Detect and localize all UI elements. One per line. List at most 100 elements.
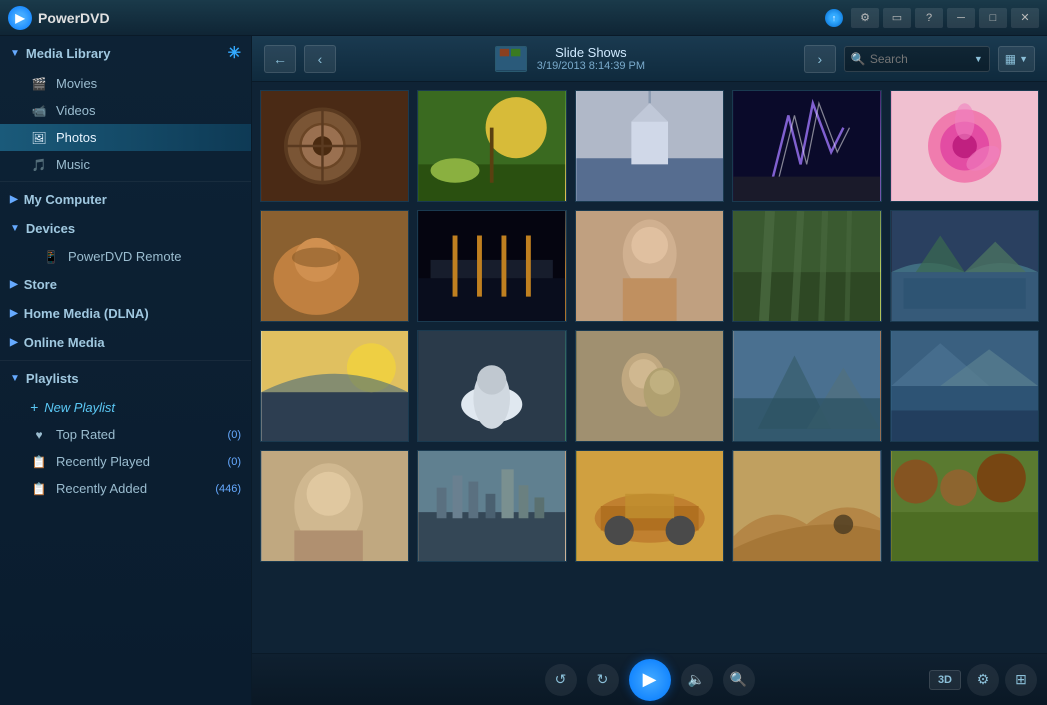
photo-cell[interactable]: [575, 330, 724, 442]
slideshow-info: Slide Shows 3/19/2013 8:14:39 PM: [344, 45, 796, 72]
photo-cell[interactable]: [417, 450, 566, 562]
sidebar-item-recently-added[interactable]: 📋 Recently Added (446): [0, 475, 251, 502]
photo-cell[interactable]: [732, 90, 881, 202]
heart-icon: ♥: [30, 428, 48, 442]
recently-added-icon: 📋: [30, 482, 48, 496]
expand-arrow-devices: ▼: [10, 223, 20, 234]
close-button[interactable]: ✕: [1011, 8, 1039, 28]
photo-cell[interactable]: [732, 330, 881, 442]
sidebar-item-top-rated[interactable]: ♥ Top Rated (0): [0, 421, 251, 448]
sidebar-item-label-recently-added: Recently Added: [56, 481, 147, 496]
sidebar-item-movies[interactable]: 🎬 Movies: [0, 70, 251, 97]
sidebar-section-label-store: Store: [24, 277, 57, 292]
rewind-button[interactable]: ↺: [545, 664, 577, 696]
sidebar-item-powerdvd-remote[interactable]: 📱 PowerDVD Remote: [0, 243, 251, 270]
bottom-settings-button[interactable]: ⚙: [967, 664, 999, 696]
photo-cell[interactable]: [417, 330, 566, 442]
sidebar-item-label-powerdvd-remote: PowerDVD Remote: [68, 249, 181, 264]
window-controls: ⚙ ▭ ? ─ □ ✕: [851, 8, 1039, 28]
minimize-button[interactable]: ─: [947, 8, 975, 28]
maximize-button[interactable]: □: [979, 8, 1007, 28]
sidebar-section-label-home-media: Home Media (DLNA): [24, 306, 149, 321]
photo-cell[interactable]: [890, 90, 1039, 202]
sidebar-item-photos[interactable]: 🖼 Photos: [0, 124, 251, 151]
photos-icon: 🖼: [30, 131, 48, 145]
grid-view-icon: ▦: [1005, 52, 1016, 66]
photo-cell[interactable]: [417, 210, 566, 322]
3d-mode-button[interactable]: 3D: [929, 670, 961, 690]
expand-arrow-media-library: ▼: [10, 48, 20, 59]
photo-cell[interactable]: [575, 210, 724, 322]
sidebar-item-label-new-playlist: New Playlist: [44, 400, 115, 415]
sidebar: ▼ Media Library ✳ 🎬 Movies 📹 Videos 🖼 Ph…: [0, 36, 252, 705]
expand-arrow-store: ▶: [10, 279, 18, 290]
volume-button[interactable]: 🔈: [681, 664, 713, 696]
view-dropdown-icon[interactable]: ▼: [1019, 54, 1028, 64]
photo-cell[interactable]: [890, 450, 1039, 562]
photo-cell[interactable]: [260, 90, 409, 202]
sidebar-section-home-media[interactable]: ▶ Home Media (DLNA): [0, 299, 251, 328]
sidebar-section-label-online-media: Online Media: [24, 335, 105, 350]
sidebar-section-playlists[interactable]: ▼ Playlists: [0, 364, 251, 393]
app-title: PowerDVD: [38, 10, 825, 26]
sidebar-section-label-playlists: Playlists: [26, 371, 79, 386]
photo-cell[interactable]: [575, 90, 724, 202]
sidebar-item-music[interactable]: 🎵 Music: [0, 151, 251, 178]
photo-cell[interactable]: [890, 330, 1039, 442]
sidebar-section-label-media-library: Media Library: [26, 46, 111, 61]
photo-cell[interactable]: [732, 450, 881, 562]
fast-forward-button[interactable]: ↻: [587, 664, 619, 696]
recently-played-icon: 📋: [30, 455, 48, 469]
search-icon: 🔍: [851, 52, 866, 66]
divider-2: [0, 360, 251, 361]
play-button[interactable]: ▶: [629, 659, 671, 701]
help-button[interactable]: ?: [915, 8, 943, 28]
expand-arrow-my-computer: ▶: [10, 194, 18, 205]
search-input[interactable]: [870, 52, 970, 66]
view-toggle-button[interactable]: ▦ ▼: [998, 46, 1035, 72]
sidebar-section-my-computer[interactable]: ▶ My Computer: [0, 185, 251, 214]
videos-icon: 📹: [30, 104, 48, 118]
photo-cell[interactable]: [417, 90, 566, 202]
photo-cell[interactable]: [575, 450, 724, 562]
sidebar-item-new-playlist[interactable]: + New Playlist: [0, 393, 251, 421]
sidebar-section-media-library[interactable]: ▼ Media Library ✳: [0, 36, 251, 70]
settings-button[interactable]: ⚙: [851, 8, 879, 28]
update-badge[interactable]: ↑: [825, 9, 843, 27]
aspect-ratio-button[interactable]: ⊞: [1005, 664, 1037, 696]
titlebar: ▶ PowerDVD ↑ ⚙ ▭ ? ─ □ ✕: [0, 0, 1047, 36]
sidebar-item-recently-played[interactable]: 📋 Recently Played (0): [0, 448, 251, 475]
sidebar-item-videos[interactable]: 📹 Videos: [0, 97, 251, 124]
photo-cell[interactable]: [260, 330, 409, 442]
content-toolbar: ← ‹ Slide Shows 3/19/2013 8:14:39 PM › 🔍…: [252, 36, 1047, 82]
expand-arrow-online-media: ▶: [10, 337, 18, 348]
slideshow-text-block: Slide Shows 3/19/2013 8:14:39 PM: [537, 45, 645, 72]
photo-cell[interactable]: [732, 210, 881, 322]
plus-icon: +: [30, 399, 38, 415]
sidebar-item-label-photos: Photos: [56, 130, 96, 145]
search-box[interactable]: 🔍 ▼: [844, 46, 990, 72]
search-dropdown-icon[interactable]: ▼: [974, 54, 983, 64]
next-button[interactable]: ›: [804, 45, 836, 73]
main-layout: ▼ Media Library ✳ 🎬 Movies 📹 Videos 🖼 Ph…: [0, 36, 1047, 705]
photo-cell[interactable]: [890, 210, 1039, 322]
recently-played-count: (0): [228, 456, 241, 468]
sidebar-item-label-recently-played: Recently Played: [56, 454, 150, 469]
slideshow-date: 3/19/2013 8:14:39 PM: [537, 60, 645, 72]
back-button[interactable]: ←: [264, 45, 296, 73]
slideshow-name: Slide Shows: [537, 45, 645, 60]
prev-button[interactable]: ‹: [304, 45, 336, 73]
display-button[interactable]: ▭: [883, 8, 911, 28]
zoom-button[interactable]: 🔍: [723, 664, 755, 696]
sidebar-section-store[interactable]: ▶ Store: [0, 270, 251, 299]
sidebar-section-online-media[interactable]: ▶ Online Media: [0, 328, 251, 357]
sidebar-item-label-top-rated: Top Rated: [56, 427, 115, 442]
sidebar-section-devices[interactable]: ▼ Devices: [0, 214, 251, 243]
sidebar-section-label-devices: Devices: [26, 221, 75, 236]
remote-icon: 📱: [42, 250, 60, 264]
music-icon: 🎵: [30, 158, 48, 172]
photo-cell[interactable]: [260, 450, 409, 562]
photo-grid: [252, 82, 1047, 653]
top-rated-count: (0): [228, 429, 241, 441]
photo-cell[interactable]: [260, 210, 409, 322]
